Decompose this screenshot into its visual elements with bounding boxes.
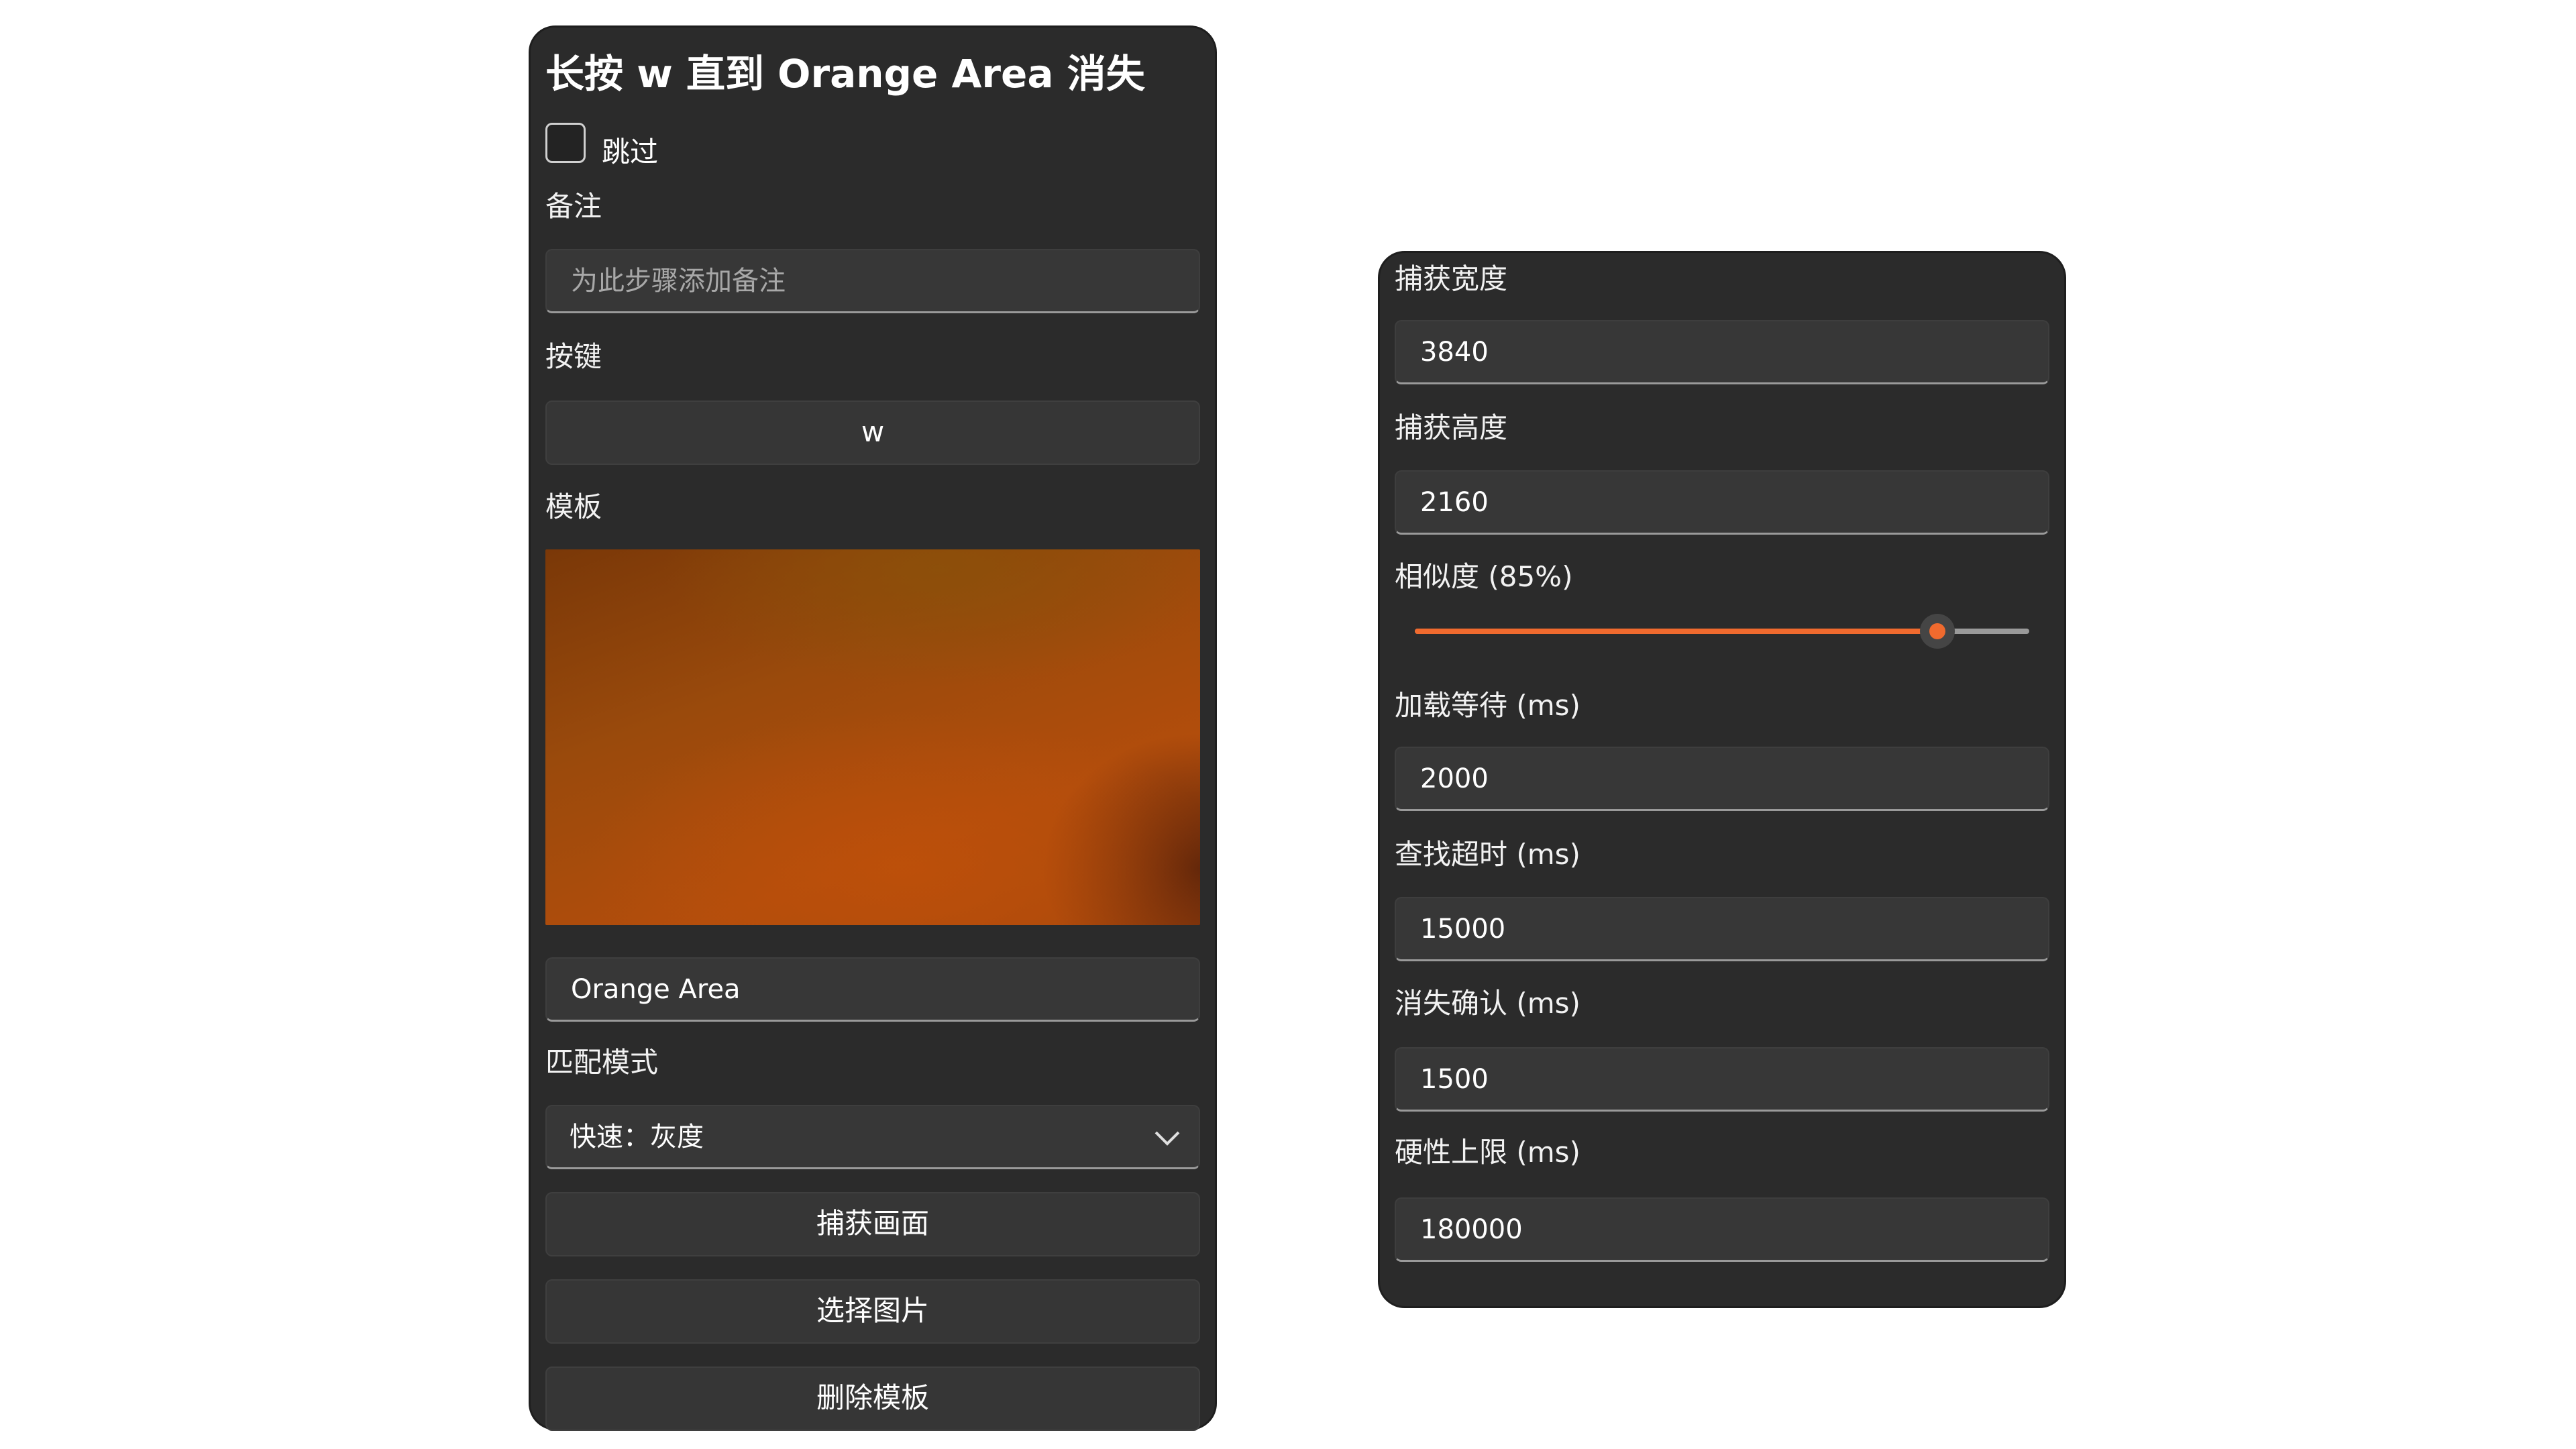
template-name-input[interactable]: Orange Area — [545, 957, 1200, 1022]
slider-track — [1415, 614, 2029, 649]
match-mode-value: 快速：灰度 — [570, 1121, 704, 1152]
hard-limit-input[interactable]: 180000 — [1395, 1197, 2049, 1262]
load-wait-input[interactable]: 2000 — [1395, 747, 2049, 811]
similarity-label: 相似度 (85%) — [1395, 560, 1573, 593]
similarity-slider[interactable] — [1395, 608, 2049, 654]
step-config-panel: 长按 w 直到 Orange Area 消失 跳过 备注 为此步骤添加备注 按键… — [529, 25, 1217, 1431]
disappear-confirm-label: 消失确认 (ms) — [1395, 987, 1580, 1020]
match-mode-dropdown[interactable]: 快速：灰度 — [545, 1105, 1200, 1169]
template-image — [545, 549, 1200, 925]
delete-template-button[interactable]: 删除模板 — [545, 1366, 1200, 1431]
capture-width-label: 捕获宽度 — [1395, 262, 1508, 295]
key-button[interactable]: w — [545, 400, 1200, 465]
step-title: 长按 w 直到 Orange Area 消失 — [545, 51, 1145, 97]
capture-settings-panel: 捕获宽度 3840 捕获高度 2160 相似度 (85%) 加载等待 (ms) … — [1378, 251, 2066, 1308]
template-label: 模板 — [545, 490, 602, 523]
find-timeout-input[interactable]: 15000 — [1395, 897, 2049, 961]
skip-checkbox[interactable] — [545, 123, 586, 163]
hard-limit-label: 硬性上限 (ms) — [1395, 1136, 1580, 1169]
slider-thumb[interactable] — [1919, 614, 1955, 649]
chevron-down-icon — [1155, 1120, 1180, 1146]
note-label: 备注 — [545, 190, 602, 223]
select-image-button[interactable]: 选择图片 — [545, 1279, 1200, 1344]
key-label: 按键 — [545, 340, 602, 373]
slider-thumb-dot — [1929, 623, 1945, 639]
note-input[interactable]: 为此步骤添加备注 — [545, 249, 1200, 313]
disappear-confirm-input[interactable]: 1500 — [1395, 1047, 2049, 1112]
capture-height-label: 捕获高度 — [1395, 411, 1508, 444]
skip-checkbox-row[interactable]: 跳过 — [545, 123, 1200, 168]
capture-height-input[interactable]: 2160 — [1395, 470, 2049, 535]
find-timeout-label: 查找超时 (ms) — [1395, 838, 1580, 871]
match-mode-label: 匹配模式 — [545, 1046, 659, 1079]
load-wait-label: 加载等待 (ms) — [1395, 689, 1580, 722]
capture-screen-button[interactable]: 捕获画面 — [545, 1192, 1200, 1256]
capture-width-input[interactable]: 3840 — [1395, 320, 2049, 384]
slider-fill — [1415, 629, 1937, 634]
skip-label: 跳过 — [602, 136, 659, 168]
